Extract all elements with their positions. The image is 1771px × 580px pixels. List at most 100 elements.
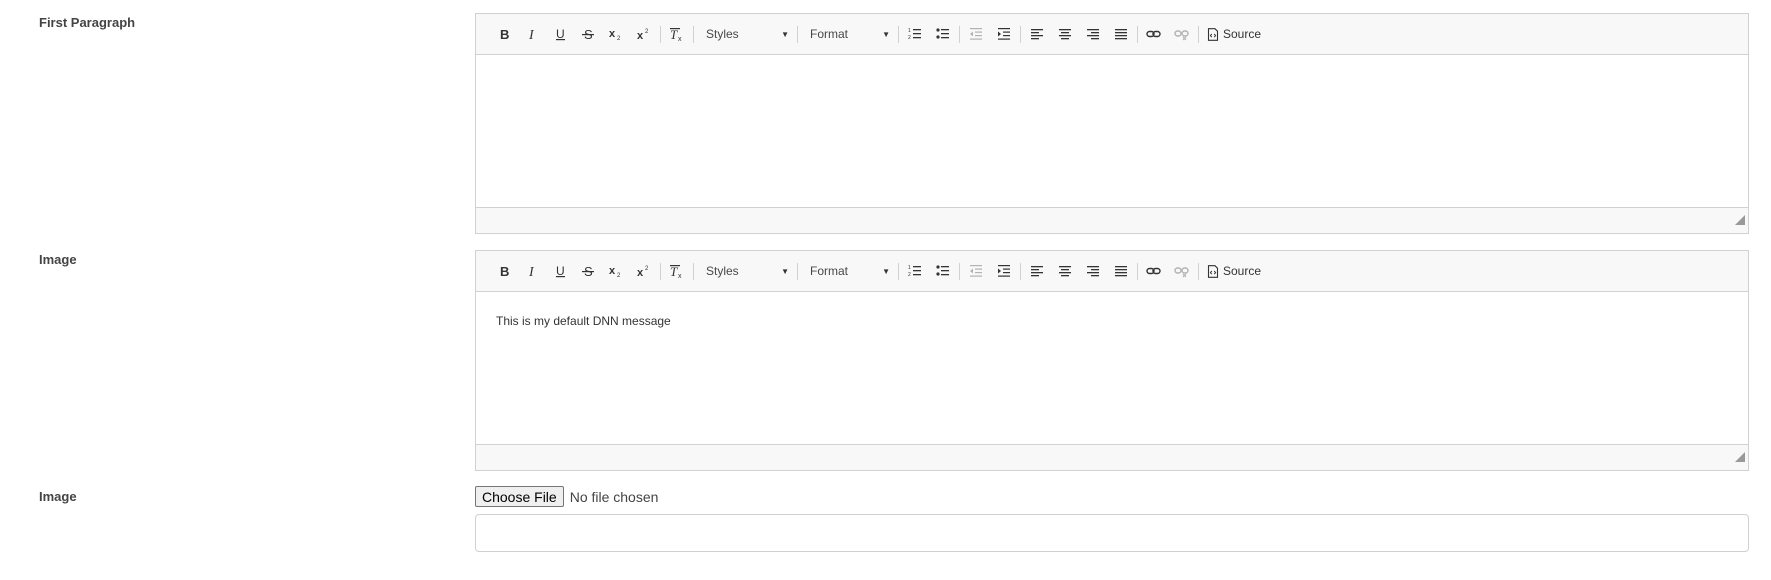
link-icon[interactable] — [1140, 22, 1168, 46]
toolbar-separator — [1198, 25, 1199, 43]
svg-text:x: x — [637, 30, 644, 41]
underline-icon[interactable]: U — [546, 259, 574, 283]
toolbar-separator — [693, 25, 694, 43]
svg-text:x: x — [678, 273, 682, 278]
resize-handle-icon[interactable] — [1735, 449, 1745, 467]
svg-text:B: B — [500, 27, 509, 41]
align-center-icon[interactable] — [1051, 22, 1079, 46]
justify-icon[interactable] — [1107, 259, 1135, 283]
indent-icon[interactable] — [990, 22, 1018, 46]
toolbar-separator — [898, 262, 899, 280]
styles-label: Styles — [706, 27, 739, 41]
choose-file-button[interactable]: Choose File — [475, 486, 564, 507]
outdent-icon[interactable] — [962, 22, 990, 46]
first-paragraph-editor: B I U S x2 x2 Tx Styles▼ Format▼ 12 Sour… — [475, 13, 1749, 234]
format-dropdown[interactable]: Format ▼ — [800, 259, 896, 283]
indent-icon[interactable] — [990, 259, 1018, 283]
styles-dropdown[interactable]: Styles ▼ — [696, 259, 795, 283]
bulleted-list-icon[interactable] — [929, 22, 957, 46]
source-label: Source — [1223, 27, 1262, 41]
strikethrough-icon[interactable]: S — [574, 259, 602, 283]
source-icon — [1207, 27, 1219, 41]
svg-text:2: 2 — [908, 272, 911, 278]
image-editor: B I U S x2 x2 Tx Styles▼ Format▼ 12 Sour… — [475, 250, 1749, 471]
styles-dropdown[interactable]: Styles ▼ — [696, 22, 795, 46]
bold-icon[interactable]: B — [490, 22, 518, 46]
svg-text:1: 1 — [908, 28, 911, 34]
toolbar-separator — [1198, 262, 1199, 280]
editor-statusbar — [476, 444, 1748, 470]
toolbar-separator — [797, 25, 798, 43]
subscript-icon[interactable]: x2 — [602, 259, 630, 283]
editor-content[interactable]: This is my default DNN message — [476, 292, 1748, 444]
chevron-down-icon: ▼ — [882, 266, 890, 276]
source-button[interactable]: Source — [1201, 259, 1267, 283]
toolbar-separator — [959, 262, 960, 280]
svg-text:x: x — [678, 36, 682, 41]
editor-content[interactable] — [476, 55, 1748, 207]
numbered-list-icon[interactable]: 12 — [901, 22, 929, 46]
styles-label: Styles — [706, 264, 739, 278]
toolbar-separator — [660, 262, 661, 280]
editor-toolbar: B I U S x2 x2 Tx Styles▼ Format▼ 12 Sour… — [476, 14, 1748, 55]
superscript-icon[interactable]: x2 — [630, 22, 658, 46]
svg-text:I: I — [528, 265, 535, 278]
bold-icon[interactable]: B — [490, 259, 518, 283]
svg-text:x: x — [609, 265, 616, 277]
unlink-icon[interactable] — [1168, 259, 1196, 283]
svg-text:B: B — [500, 264, 509, 278]
superscript-icon[interactable]: x2 — [630, 259, 658, 283]
toolbar-separator — [959, 25, 960, 43]
outdent-icon[interactable] — [962, 259, 990, 283]
underline-icon[interactable]: U — [546, 22, 574, 46]
link-icon[interactable] — [1140, 259, 1168, 283]
unlink-icon[interactable] — [1168, 22, 1196, 46]
toolbar-separator — [797, 262, 798, 280]
svg-text:x: x — [637, 267, 644, 278]
strikethrough-icon[interactable]: S — [574, 22, 602, 46]
toolbar-separator — [693, 262, 694, 280]
source-icon — [1207, 264, 1219, 278]
svg-text:2: 2 — [908, 35, 911, 41]
format-dropdown[interactable]: Format ▼ — [800, 22, 896, 46]
image-editor-label: Image — [39, 252, 77, 267]
resize-handle-icon[interactable] — [1735, 212, 1745, 230]
format-label: Format — [810, 27, 849, 41]
toolbar-separator — [1020, 25, 1021, 43]
remove-format-icon[interactable]: Tx — [663, 22, 691, 46]
svg-text:2: 2 — [617, 36, 621, 41]
editor-statusbar — [476, 207, 1748, 233]
numbered-list-icon[interactable]: 12 — [901, 259, 929, 283]
toolbar-separator — [898, 25, 899, 43]
svg-text:2: 2 — [645, 29, 649, 35]
align-right-icon[interactable] — [1079, 22, 1107, 46]
bulleted-list-icon[interactable] — [929, 259, 957, 283]
align-center-icon[interactable] — [1051, 259, 1079, 283]
svg-text:2: 2 — [645, 266, 649, 272]
align-left-icon[interactable] — [1023, 22, 1051, 46]
source-label: Source — [1223, 264, 1262, 278]
source-button[interactable]: Source — [1201, 22, 1267, 46]
align-right-icon[interactable] — [1079, 259, 1107, 283]
subscript-icon[interactable]: x2 — [602, 22, 630, 46]
format-label: Format — [810, 264, 849, 278]
toolbar-separator — [660, 25, 661, 43]
italic-icon[interactable]: I — [518, 22, 546, 46]
svg-text:x: x — [609, 28, 616, 40]
editor-toolbar: B I U S x2 x2 Tx Styles▼ Format▼ 12 Sour… — [476, 251, 1748, 292]
first-paragraph-label: First Paragraph — [39, 15, 136, 30]
svg-text:U: U — [556, 27, 565, 41]
chevron-down-icon: ▼ — [882, 29, 890, 39]
justify-icon[interactable] — [1107, 22, 1135, 46]
italic-icon[interactable]: I — [518, 259, 546, 283]
image-upload-label: Image — [39, 489, 77, 504]
file-upload: Choose File No file chosen — [475, 486, 658, 507]
svg-text:U: U — [556, 264, 565, 278]
image-text-input[interactable] — [475, 514, 1749, 552]
toolbar-separator — [1137, 25, 1138, 43]
remove-format-icon[interactable]: Tx — [663, 259, 691, 283]
toolbar-separator — [1137, 262, 1138, 280]
align-left-icon[interactable] — [1023, 259, 1051, 283]
chevron-down-icon: ▼ — [781, 266, 789, 276]
chevron-down-icon: ▼ — [781, 29, 789, 39]
